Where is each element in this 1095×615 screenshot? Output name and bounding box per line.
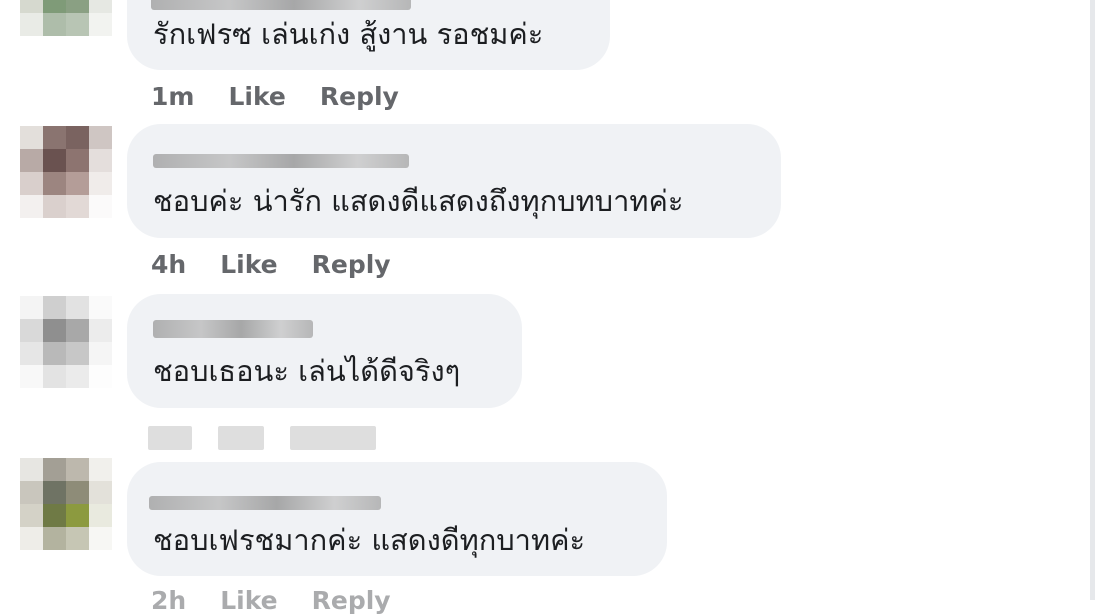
like-button[interactable]: Like bbox=[228, 84, 285, 109]
commenter-name-blurred bbox=[149, 496, 381, 510]
scrollbar-track[interactable] bbox=[1090, 0, 1095, 600]
commenter-name-blurred bbox=[153, 320, 313, 338]
comment-text: ชอบเฟรชมากค่ะ แสดงดีทุกบาทค่ะ bbox=[153, 523, 586, 557]
reply-button[interactable]: Reply bbox=[320, 84, 399, 109]
comment-bubble: ชอบค่ะ น่ารัก แสดงดีแสดงถึงทุกบทบาทค่ะ bbox=[127, 124, 781, 238]
commenter-name-blurred bbox=[153, 154, 409, 168]
comment-actions: 4h Like Reply bbox=[151, 252, 391, 277]
comment-bubble: รักเฟรซ เล่นเก่ง สู้งาน รอชมค่ะ bbox=[127, 0, 610, 70]
comment-actions: 1m Like Reply bbox=[151, 84, 399, 109]
comment-actions: 2h Like Reply bbox=[151, 588, 391, 613]
comment-text: ชอบค่ะ น่ารัก แสดงดีแสดงถึงทุกบทบาทค่ะ bbox=[153, 184, 684, 218]
comment-text: ชอบเธอนะ เล่นได้ดีจริงๆ bbox=[153, 354, 461, 388]
comment-bubble: ชอบเธอนะ เล่นได้ดีจริงๆ bbox=[127, 294, 522, 408]
reply-button-blurred[interactable] bbox=[290, 426, 376, 450]
comment-timestamp[interactable]: 1m bbox=[151, 84, 194, 109]
comment-text: รักเฟรซ เล่นเก่ง สู้งาน รอชมค่ะ bbox=[153, 17, 544, 51]
like-button[interactable]: Like bbox=[220, 252, 277, 277]
reply-button[interactable]: Reply bbox=[312, 252, 391, 277]
avatar[interactable] bbox=[20, 126, 112, 218]
comment-timestamp[interactable]: 2h bbox=[151, 588, 186, 613]
comment-actions-blurred bbox=[148, 426, 376, 450]
timestamp-blurred bbox=[148, 426, 192, 450]
avatar[interactable] bbox=[20, 296, 112, 388]
comment-bubble: ชอบเฟรชมากค่ะ แสดงดีทุกบาทค่ะ bbox=[127, 462, 667, 576]
avatar[interactable] bbox=[20, 0, 112, 36]
like-button[interactable]: Like bbox=[220, 588, 277, 613]
reply-button[interactable]: Reply bbox=[312, 588, 391, 613]
comment-timestamp[interactable]: 4h bbox=[151, 252, 186, 277]
like-button-blurred[interactable] bbox=[218, 426, 264, 450]
commenter-name-blurred bbox=[151, 0, 411, 10]
avatar[interactable] bbox=[20, 458, 112, 550]
